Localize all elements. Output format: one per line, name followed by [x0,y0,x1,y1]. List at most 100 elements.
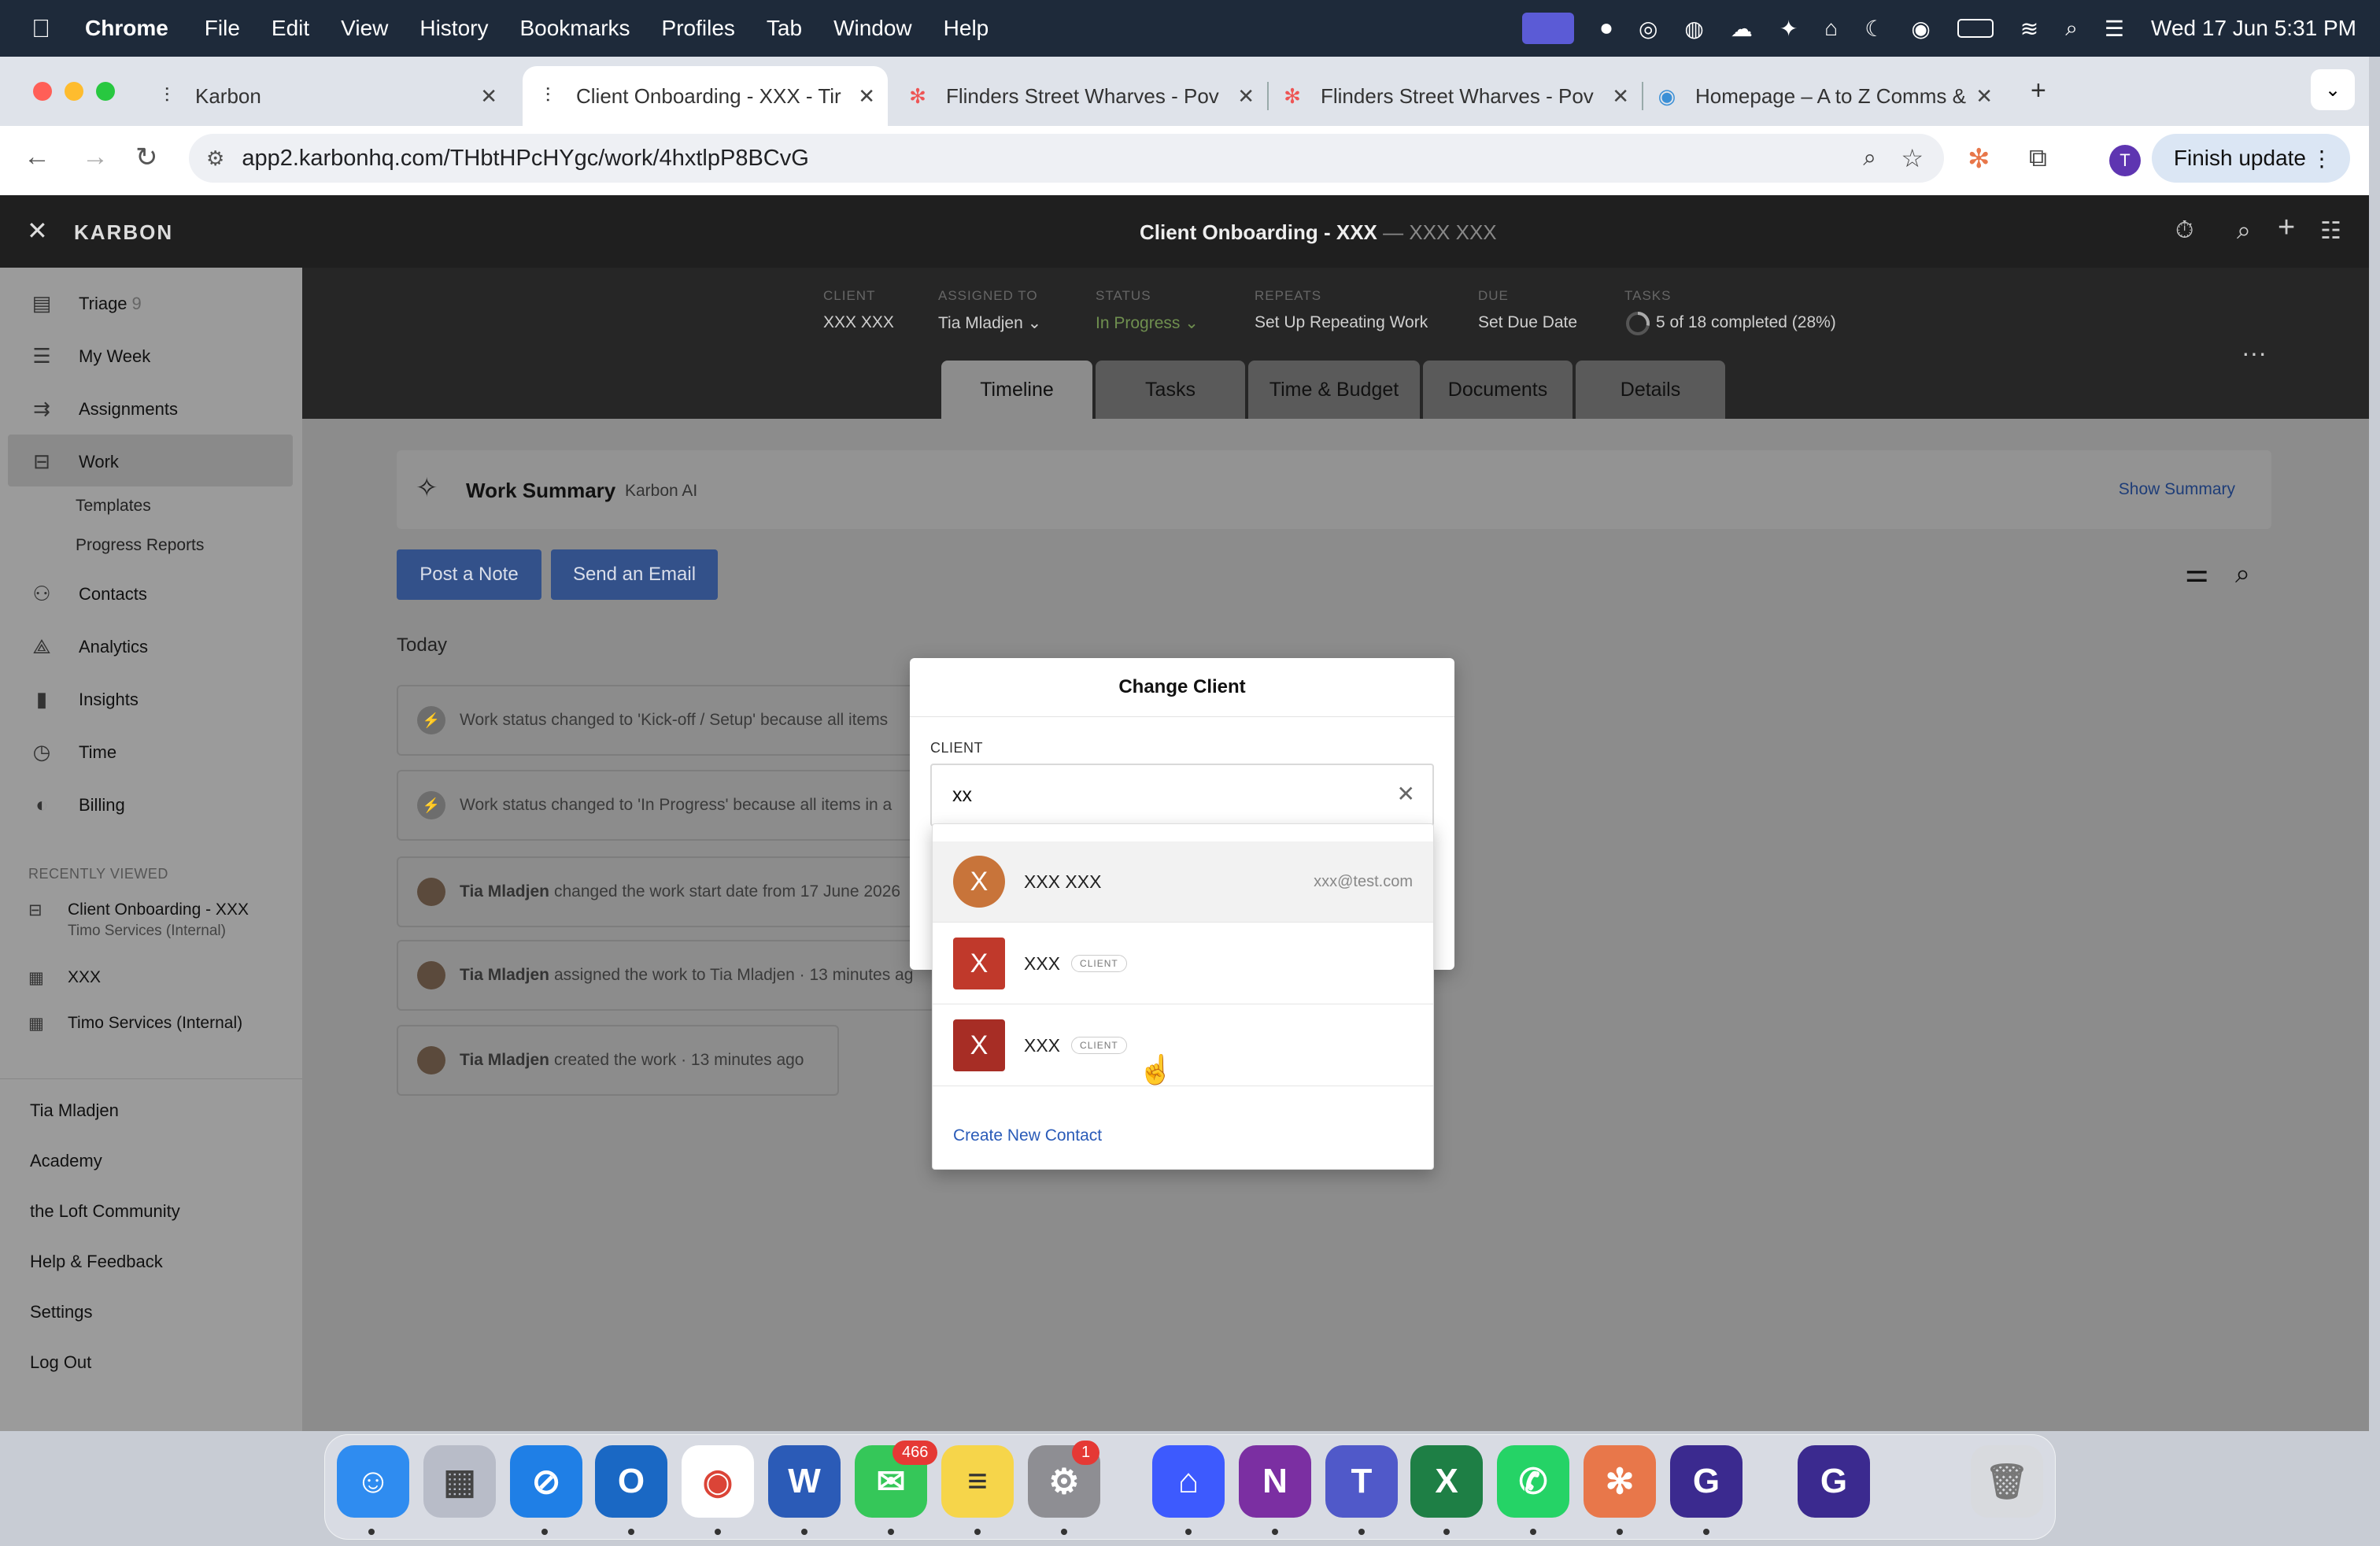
chrome-icon[interactable]: ◉ [682,1445,754,1518]
tab-homepage[interactable]: ◉ Homepage – A to Z Comms & ✕ [1654,66,2005,126]
safari-icon[interactable]: ⊘ [510,1445,582,1518]
close-window-button[interactable] [33,82,52,101]
menu-help[interactable]: Help [944,16,989,41]
sidebar-item-assignments[interactable]: ⇉ Assignments [30,397,178,421]
grammarly-icon[interactable]: G [1670,1445,1743,1518]
tab-timeline[interactable]: Timeline [941,361,1092,419]
notes-app-icon[interactable]: ≡ [941,1445,1014,1518]
sidebar-item-templates[interactable]: Templates [76,497,151,516]
menu-bookmarks[interactable]: Bookmarks [519,16,630,41]
kebab-menu-icon[interactable]: ⋮ [2311,146,2333,172]
zoom-icon[interactable]: ⌕ [1863,145,1876,172]
close-tab-icon[interactable]: ✕ [480,84,497,109]
excel-icon[interactable]: X [1410,1445,1483,1518]
site-info-icon[interactable]: ⚙ [206,146,224,171]
finder-icon[interactable]: ☺ [337,1445,409,1518]
screen-share-icon[interactable] [1521,13,1574,44]
new-tab-icon[interactable]: + [2031,76,2046,106]
close-icon[interactable]: ✕ [27,216,48,246]
client-search-value[interactable]: xx [952,784,972,807]
timeline-actor[interactable]: Tia Mladjen [460,966,549,985]
sidebar-item-triage[interactable]: ▤ Triage 9 [30,291,142,316]
menu-edit[interactable]: Edit [272,16,309,41]
tab-flinders-2[interactable]: ✻ Flinders Street Wharves - Pov ✕ [1280,66,1643,126]
minimize-window-button[interactable] [65,82,83,101]
sidebar-item-analytics[interactable]: ⟁ Analytics [30,634,148,660]
vpn-icon[interactable]: ◍ [1684,16,1703,42]
meta-client[interactable]: XXX XXX [823,313,894,332]
moon-icon[interactable]: ☾ [1864,16,1884,42]
tab-documents[interactable]: Documents [1423,361,1572,419]
wifi-icon[interactable]: ≋ [2020,16,2038,42]
sidebar-item-insights[interactable]: ▮ Insights [30,687,139,712]
finish-update-button[interactable]: Finish update ⋮ [2151,134,2350,183]
menu-window[interactable]: Window [833,16,912,41]
timer-icon[interactable]: ⏱ [2175,217,2193,244]
send-email-button[interactable]: Send an Email [551,549,718,600]
nordvpn-icon[interactable]: ⌂ [1824,16,1838,41]
recent-item[interactable]: ⊟ Client Onboarding - XXX Timo Services … [28,901,249,940]
sidebar-item-work[interactable]: ⊟ Work [30,449,119,474]
sidebar-footer-user[interactable]: Tia Mladjen [30,1100,119,1121]
claude-app-icon[interactable]: ✻ [1584,1445,1656,1518]
gauge-icon[interactable]: ◎ [1639,16,1658,42]
tab-client-onboarding[interactable]: ⫶ Client Onboarding - XXX - Tir ✕ [523,66,888,126]
forward-icon[interactable]: → [82,142,109,172]
client-option[interactable]: X XXX CLIENT [933,923,1433,1004]
filter-sliders-icon[interactable]: ⚌ [2185,557,2208,589]
sidebar-footer-logout[interactable]: Log Out [30,1352,91,1373]
battery-icon[interactable] [1957,19,1994,38]
recent-item[interactable]: ▦ XXX [28,968,101,988]
tab-details[interactable]: Details [1576,361,1725,419]
sidebar-footer-community[interactable]: the Loft Community [30,1201,180,1222]
profile-avatar[interactable]: T [2109,145,2141,176]
sidebar-footer-academy[interactable]: Academy [30,1151,102,1171]
meta-status[interactable]: In Progress ⌄ [1096,313,1199,333]
claude-extension-icon[interactable]: ✻ [1968,143,1990,175]
menu-profiles[interactable]: Profiles [662,16,735,41]
menu-history[interactable]: History [419,16,488,41]
tab-search-icon[interactable]: ⌄ [2311,69,2355,110]
meta-due[interactable]: Set Due Date [1478,313,1577,332]
show-summary-link[interactable]: Show Summary [2119,480,2235,499]
bookmark-star-icon[interactable]: ☆ [1901,143,1924,173]
client-option[interactable]: X XXX CLIENT [933,1005,1433,1086]
outlook-icon[interactable]: O [595,1445,667,1518]
back-icon[interactable]: ← [24,142,50,172]
more-options-icon[interactable]: ··· [2241,338,2267,368]
cloud-icon[interactable]: ☁ [1731,16,1753,42]
sidebar-item-my-week[interactable]: ☰ My Week [30,344,150,368]
zoom-window-button[interactable] [96,82,115,101]
recent-item[interactable]: ▦ Timo Services (Internal) [28,1014,242,1034]
meta-repeats[interactable]: Set Up Repeating Work [1255,313,1428,332]
trash-icon[interactable]: 🗑 [1971,1445,2043,1518]
close-tab-icon[interactable]: ✕ [1237,84,1255,109]
notes-icon[interactable]: ☷ [2320,217,2341,245]
nordvpn-app-icon[interactable]: ⌂ [1152,1445,1225,1518]
close-tab-icon[interactable]: ✕ [1975,84,1993,109]
launchpad-icon[interactable]: ▦ [423,1445,496,1518]
menu-tab[interactable]: Tab [767,16,802,41]
reload-icon[interactable]: ↻ [135,142,158,173]
client-search-input[interactable]: xx ✕ [930,764,1434,827]
clock[interactable]: Wed 17 Jun 5:31 PM [2151,16,2356,41]
tab-flinders-1[interactable]: ✻ Flinders Street Wharves - Pov ✕ [905,66,1269,126]
record-icon[interactable]: ⏺ [1601,16,1612,42]
close-tab-icon[interactable]: ✕ [858,84,875,109]
spotlight-icon[interactable]: ⌕ [2065,16,2078,42]
sidebar-item-time[interactable]: ◷ Time [30,740,116,764]
user-icon[interactable]: ◉ [1911,16,1930,42]
search-timeline-icon[interactable]: ⌕ [2235,559,2250,590]
teams-app-icon[interactable]: T [1325,1445,1398,1518]
menu-file[interactable]: File [205,16,240,41]
apple-icon[interactable]:  [31,14,50,43]
sidebar-item-progress-reports[interactable]: Progress Reports [76,536,204,555]
app-menu-chrome[interactable]: Chrome [85,16,168,41]
timeline-actor[interactable]: Tia Mladjen [460,1051,549,1070]
tab-tasks[interactable]: Tasks [1096,361,1245,419]
extensions-icon[interactable]: ⧉ [2029,143,2047,173]
whatsapp-icon[interactable]: ✆ [1497,1445,1569,1518]
search-icon[interactable]: ⌕ [2237,216,2251,246]
tab-karbon[interactable]: ⫶ Karbon ✕ [154,66,510,126]
clear-input-icon[interactable]: ✕ [1397,781,1415,807]
